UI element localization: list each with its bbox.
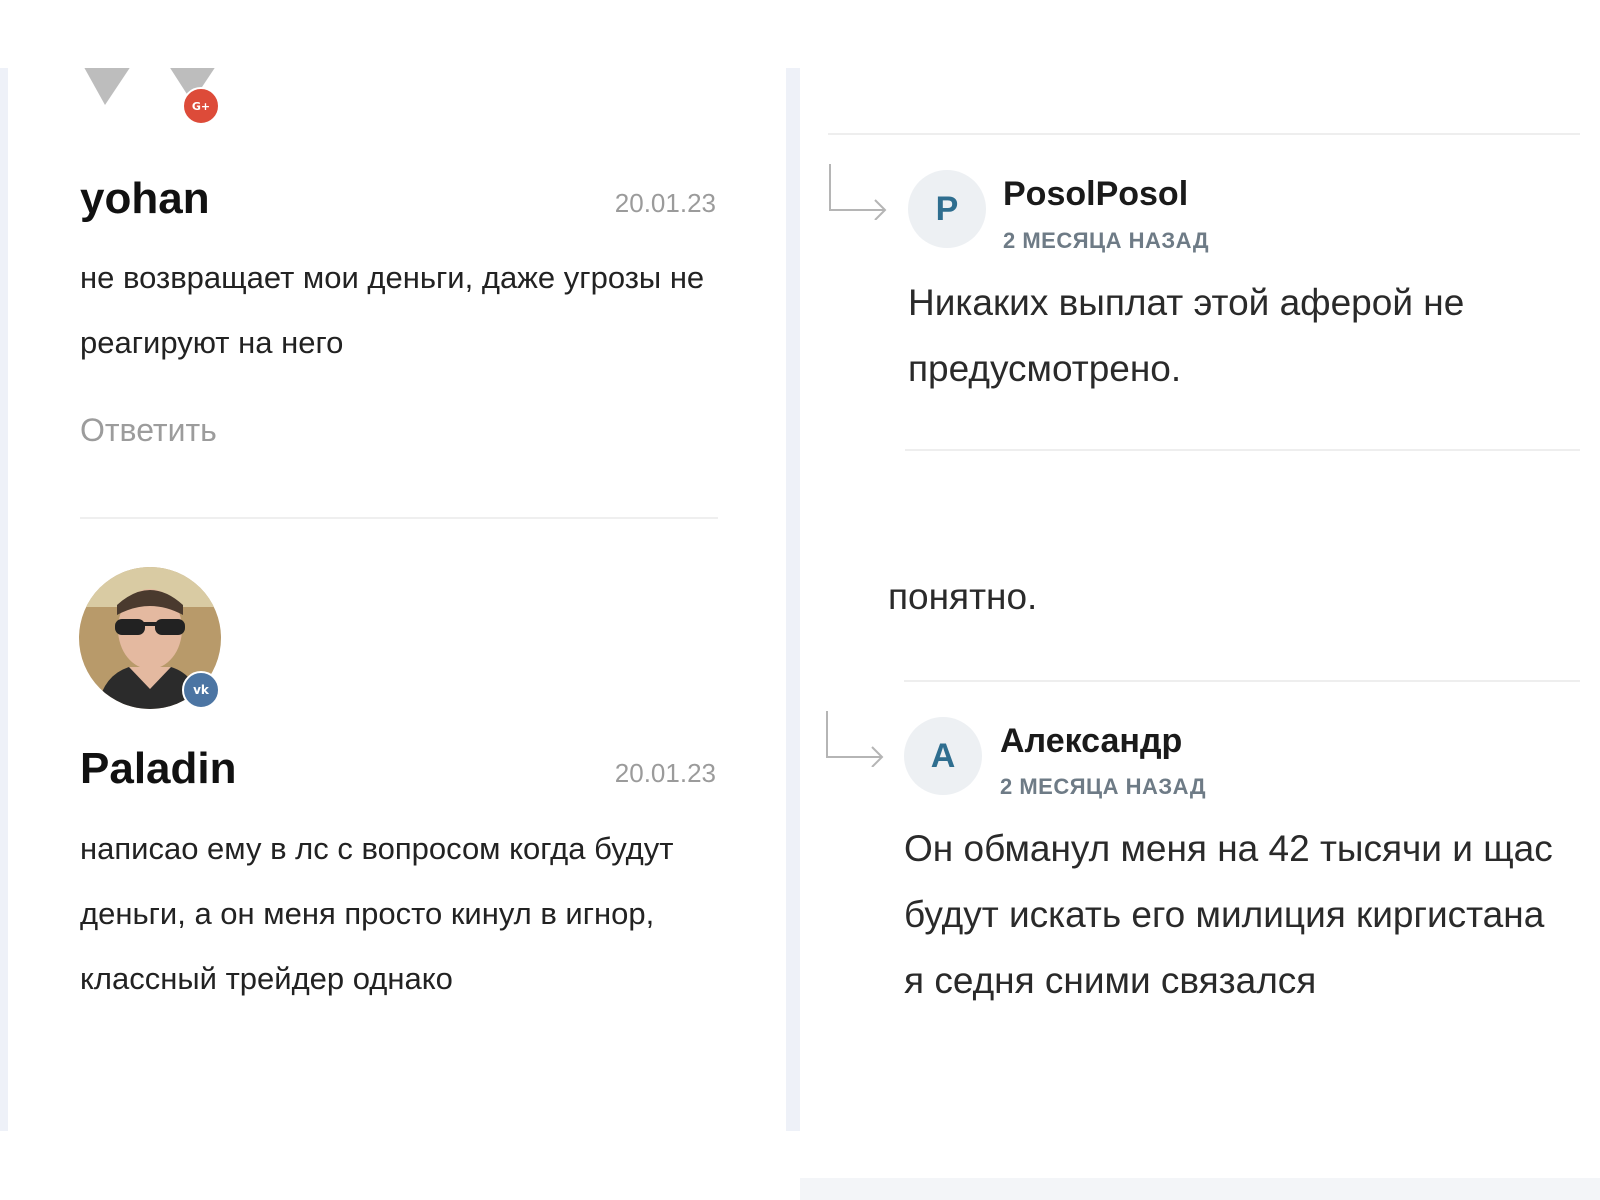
comment-date: 20.01.23 (614, 758, 716, 788)
reply-button[interactable]: Ответить (80, 412, 217, 449)
right-reply-panel: P PosolPosol 2 МЕСЯЦА НАЗАД Никаких выпл… (800, 0, 1600, 1131)
comment-date: 20.01.23 (614, 188, 716, 218)
reply-divider (904, 680, 1580, 682)
comment-divider (80, 517, 718, 519)
reply-author[interactable]: PosolPosol (1003, 175, 1188, 214)
vk-icon: vk (182, 671, 220, 709)
cut-off-text: понятно. (888, 576, 1038, 611)
reply-avatar: A (904, 717, 982, 795)
reply-text: Он обманул меня на 42 тысячи и щас будут… (904, 828, 1553, 1001)
reply-text: Никаких выплат этой аферой не предусмотр… (908, 282, 1465, 389)
comment-text: не возвращает мои деньги, даже угрозы не… (80, 260, 705, 360)
google-plus-icon: G+ (182, 87, 220, 125)
reply-divider (905, 449, 1580, 451)
reply-avatar: P (908, 170, 986, 248)
bottom-bar (800, 1178, 1600, 1200)
comment-text: написао ему в лс с вопросом когда будут … (80, 831, 674, 996)
reply-arrow-icon (826, 711, 884, 767)
reply-divider (828, 133, 1580, 135)
column-separator (786, 68, 800, 1131)
reply-arrow-icon (829, 164, 887, 220)
left-comment-panel: G+ yohan 20.01.23 не возвращает мои день… (8, 68, 786, 1131)
reply-timestamp: 2 МЕСЯЦА НАЗАД (1000, 774, 1207, 799)
comment-author[interactable]: yohan (80, 174, 210, 224)
left-border-strip (0, 68, 8, 1131)
reply-timestamp: 2 МЕСЯЦА НАЗАД (1003, 228, 1210, 253)
comment-author[interactable]: Paladin (80, 744, 237, 794)
reply-author[interactable]: Александр (1000, 722, 1182, 761)
